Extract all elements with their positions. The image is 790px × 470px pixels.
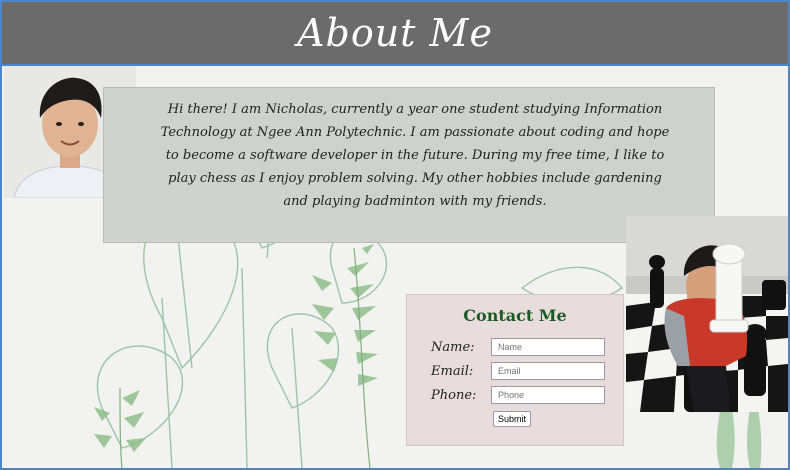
email-label: Email: (431, 363, 474, 379)
name-label: Name: (431, 339, 475, 355)
page-title: About Me (297, 11, 493, 55)
bio-text: Hi there! I am Nicholas, currently a yea… (160, 102, 670, 209)
bio-box: Hi there! I am Nicholas, currently a yea… (103, 87, 715, 243)
phone-input[interactable] (491, 386, 605, 404)
chess-photo (626, 216, 788, 412)
name-input[interactable] (491, 338, 605, 356)
contact-title: Contact Me (463, 306, 567, 325)
email-row: Email: (431, 362, 605, 380)
phone-row: Phone: (431, 386, 605, 404)
page-header: About Me (2, 2, 788, 66)
name-row: Name: (431, 338, 605, 356)
submit-button[interactable]: Submit (493, 411, 532, 427)
contact-form: Contact Me Name: Email: Phone: Submit (406, 294, 624, 446)
phone-label: Phone: (431, 387, 477, 403)
email-input[interactable] (491, 362, 605, 380)
